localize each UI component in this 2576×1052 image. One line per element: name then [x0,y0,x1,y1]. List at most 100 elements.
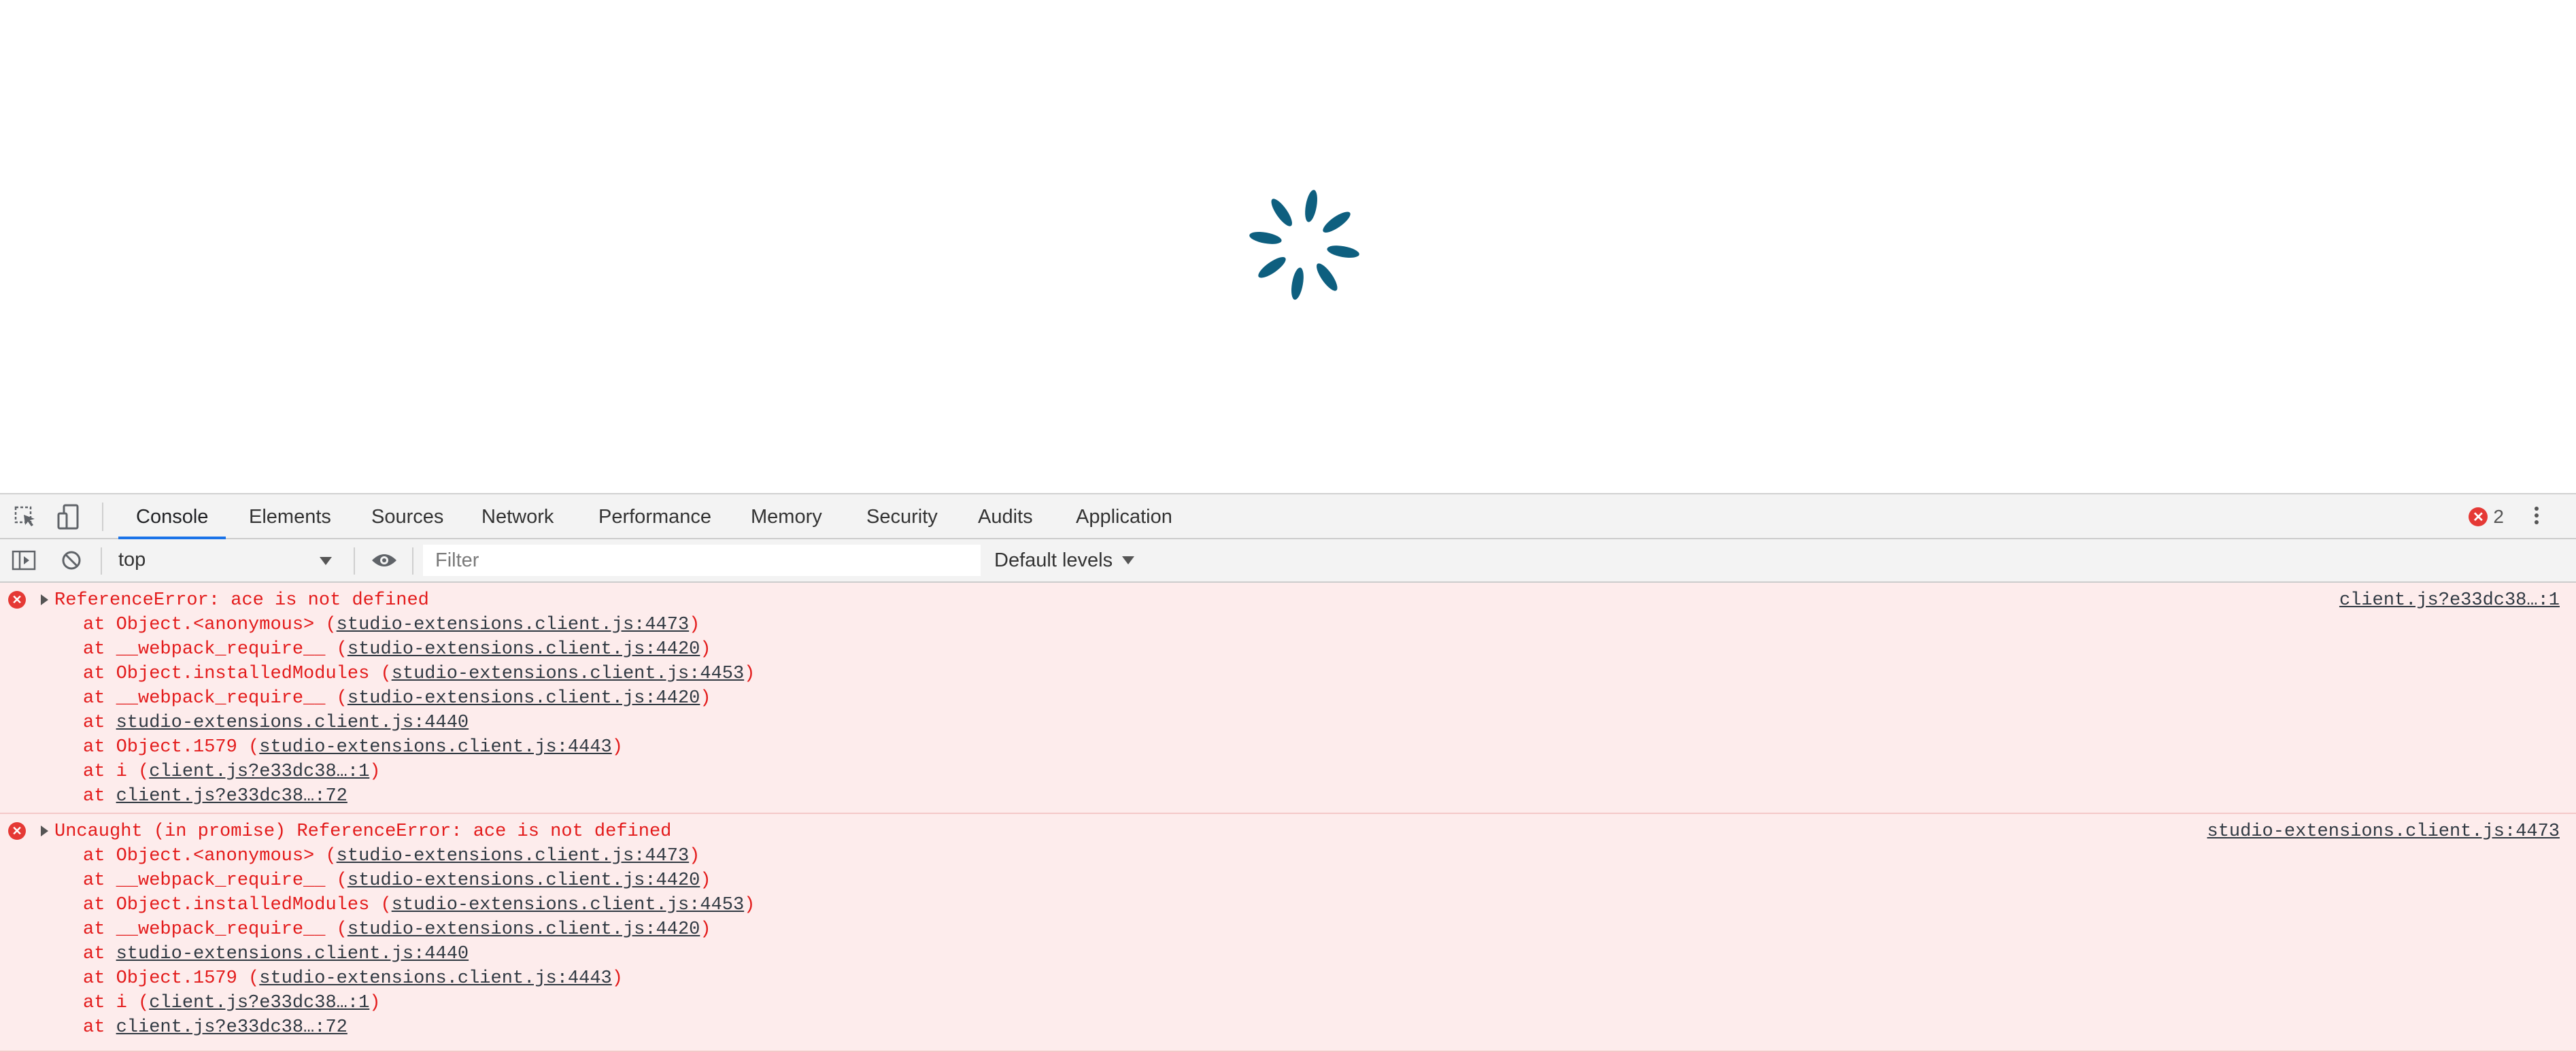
stack-frame-prefix: at Object.1579 ( [83,737,260,758]
stack-frame-suffix: ) [369,993,381,1013]
stack-frame-prefix: at [83,713,116,733]
eye-icon[interactable] [369,545,400,576]
stack-frame-link[interactable]: studio-extensions.client.js:4420 [348,688,700,709]
devtools-tabbar: Console Elements Sources Network Perform… [0,493,2576,539]
stack-frame: at __webpack_require__ (studio-extension… [83,868,755,893]
device-toolbar-icon[interactable] [53,501,84,532]
stack-frame: at Object.<anonymous> (studio-extensions… [83,844,755,868]
tabbar-divider [102,503,103,531]
stack-frame: at i (client.js?e33dc38…:1) [83,991,755,1015]
stack-frame-suffix: ) [700,639,711,660]
stack-frame: at Object.installedModules (studio-exten… [83,662,755,686]
stack-frame-suffix: ) [689,615,700,635]
stack-frame-suffix: ) [700,688,711,709]
devtools-panel: Console Elements Sources Network Perform… [0,493,2576,1052]
stack-frame-suffix: ) [744,895,756,915]
stack-frame-link[interactable]: studio-extensions.client.js:4420 [348,870,700,891]
context-selector[interactable]: top [109,545,340,575]
stack-frame: at __webpack_require__ (studio-extension… [83,637,755,662]
stack-frame-link[interactable]: studio-extensions.client.js:4420 [348,919,700,940]
stack-frame: at __webpack_require__ (studio-extension… [83,686,755,711]
error-text: ReferenceError: ace is not defined [54,590,429,611]
console-messages: ✕ ReferenceError: ace is not defined cli… [0,583,2576,1052]
stack-frame-suffix: ) [611,737,623,758]
filter-input[interactable] [423,545,981,576]
stack-frame-link[interactable]: client.js?e33dc38…:72 [116,786,348,807]
error-count-value: 2 [2493,506,2504,527]
dropdown-arrow-icon [1122,556,1135,564]
expand-triangle-icon[interactable] [41,826,48,836]
stack-frame-prefix: at __webpack_require__ ( [83,639,348,660]
context-selector-value: top [118,549,146,571]
stack-frame-suffix: ) [700,870,711,891]
stack-frame-prefix: at Object.<anonymous> ( [83,846,337,866]
tab-network[interactable]: Network [479,494,556,539]
stack-frame-link[interactable]: studio-extensions.client.js:4443 [259,968,611,989]
stack-frame-prefix: at __webpack_require__ ( [83,688,348,709]
toolbar-divider [412,547,413,575]
stack-trace: at Object.<anonymous> (studio-extensions… [83,613,755,809]
stack-frame: at client.js?e33dc38…:72 [83,784,755,809]
stack-frame-link[interactable]: client.js?e33dc38…:1 [149,993,369,1013]
stack-frame-link[interactable]: studio-extensions.client.js:4473 [337,615,689,635]
clear-console-icon[interactable] [56,545,87,576]
error-source-link[interactable]: client.js?e33dc38…:1 [2339,588,2560,613]
stack-frame-prefix: at i ( [83,993,150,1013]
error-icon: ✕ [8,822,26,840]
inspect-element-icon[interactable] [10,501,41,532]
stack-frame-prefix: at __webpack_require__ ( [83,919,348,940]
stack-frame-suffix: ) [611,968,623,989]
stack-frame-prefix: at Object.1579 ( [83,968,260,989]
log-levels-dropdown[interactable]: Default levels [994,545,1135,576]
stack-frame-suffix: ) [744,664,756,684]
stack-frame-link[interactable]: studio-extensions.client.js:4420 [348,639,700,660]
error-counter[interactable]: ✕ 2 [2469,505,2504,528]
tab-performance[interactable]: Performance [596,494,714,539]
expand-triangle-icon[interactable] [41,594,48,605]
console-toolbar: top Default levels [0,539,2576,583]
console-error-message[interactable]: ✕ Uncaught (in promise) ReferenceError: … [0,814,2576,1052]
stack-frame-link[interactable]: studio-extensions.client.js:4443 [259,737,611,758]
sidebar-toggle-icon[interactable] [8,545,39,576]
stack-trace: at Object.<anonymous> (studio-extensions… [83,844,755,1040]
tab-security[interactable]: Security [864,494,940,539]
tab-application[interactable]: Application [1073,494,1175,539]
stack-frame-prefix: at i ( [83,762,150,782]
stack-frame: at __webpack_require__ (studio-extension… [83,917,755,942]
error-icon: ✕ [2469,507,2488,526]
dropdown-arrow-icon [320,557,332,565]
stack-frame-prefix: at Object.installedModules ( [83,664,392,684]
stack-frame-suffix: ) [700,919,711,940]
error-source-link[interactable]: studio-extensions.client.js:4473 [2207,819,2560,844]
stack-frame-suffix: ) [689,846,700,866]
console-error-message[interactable]: ✕ ReferenceError: ace is not defined cli… [0,583,2576,814]
stack-frame: at i (client.js?e33dc38…:1) [83,760,755,784]
stack-frame-prefix: at __webpack_require__ ( [83,870,348,891]
tab-sources[interactable]: Sources [369,494,446,539]
tab-memory[interactable]: Memory [748,494,825,539]
stack-frame: at Object.1579 (studio-extensions.client… [83,966,755,991]
tab-elements[interactable]: Elements [246,494,334,539]
page-content [0,0,2576,493]
error-icon: ✕ [8,591,26,609]
stack-frame-link[interactable]: studio-extensions.client.js:4440 [116,713,469,733]
stack-frame: at Object.<anonymous> (studio-extensions… [83,613,755,637]
stack-frame-link[interactable]: studio-extensions.client.js:4473 [337,846,689,866]
tab-console[interactable]: Console [118,494,226,539]
stack-frame-prefix: at [83,786,116,807]
stack-frame-prefix: at Object.<anonymous> ( [83,615,337,635]
stack-frame: at Object.installedModules (studio-exten… [83,893,755,917]
stack-frame: at studio-extensions.client.js:4440 [83,942,755,966]
stack-frame-link[interactable]: studio-extensions.client.js:4453 [392,895,744,915]
stack-frame-link[interactable]: client.js?e33dc38…:1 [149,762,369,782]
kebab-menu-icon[interactable] [2530,504,2543,530]
stack-frame: at client.js?e33dc38…:72 [83,1015,755,1040]
stack-frame-link[interactable]: studio-extensions.client.js:4440 [116,944,469,964]
toolbar-divider [354,547,355,575]
stack-frame-prefix: at Object.installedModules ( [83,895,392,915]
log-levels-label: Default levels [994,549,1113,571]
stack-frame: at Object.1579 (studio-extensions.client… [83,735,755,760]
stack-frame-link[interactable]: client.js?e33dc38…:72 [116,1017,348,1038]
tab-audits[interactable]: Audits [975,494,1036,539]
stack-frame-link[interactable]: studio-extensions.client.js:4453 [392,664,744,684]
